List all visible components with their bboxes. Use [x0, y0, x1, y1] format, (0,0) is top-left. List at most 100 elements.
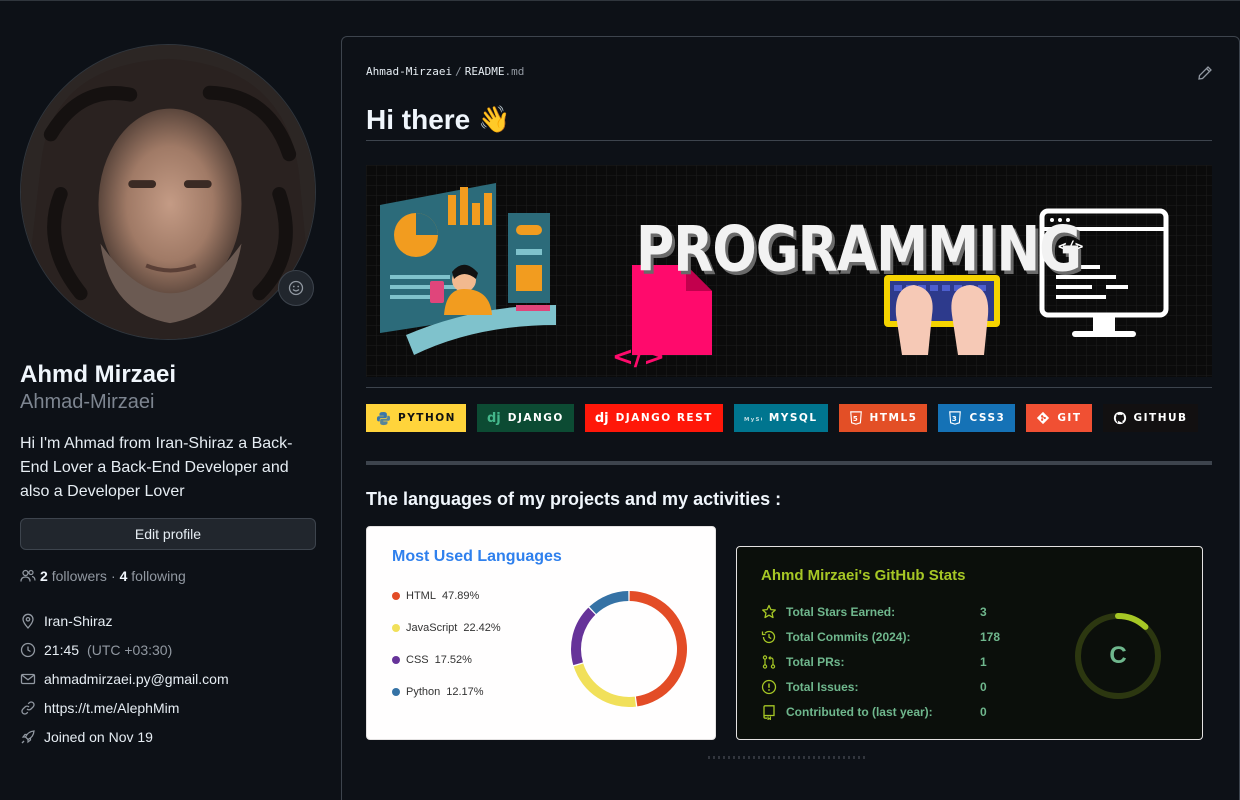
legend-dot — [392, 656, 400, 664]
django-icon: dj — [594, 410, 609, 426]
language-name: HTML — [406, 590, 436, 602]
language-name: JavaScript — [406, 622, 458, 634]
location-icon — [20, 613, 36, 629]
language-legend-item: HTML 47.89% — [392, 580, 501, 612]
stat-value: 178 — [980, 629, 1001, 644]
language-legend-item: Python 12.17% — [392, 676, 501, 708]
people-icon — [20, 568, 36, 584]
badge-python[interactable]: PYTHON — [366, 404, 466, 432]
donut-slice-html — [629, 591, 687, 707]
readme-file-link[interactable]: README — [465, 65, 505, 78]
stat-row: Total Issues: 0 — [761, 674, 1000, 699]
rocket-icon — [20, 729, 36, 745]
separator-dot: · — [110, 568, 116, 584]
smiley-icon — [288, 280, 304, 296]
avatar-portrait-icon — [21, 45, 315, 339]
python-icon — [376, 411, 391, 426]
donut-slice-css — [571, 607, 596, 666]
git-icon — [1036, 411, 1050, 425]
svg-text:3: 3 — [952, 415, 958, 423]
language-legend-item: CSS 17.52% — [392, 644, 501, 676]
readme-card: Ahmad-Mirzaei / README.md Hi there 👋 </>… — [341, 36, 1240, 800]
badge-label: HTML5 — [869, 412, 918, 424]
stat-label: Total Stars Earned: — [786, 604, 896, 619]
following-label: following — [131, 568, 186, 584]
badge-label: GITHUB — [1133, 412, 1188, 424]
languages-section-heading: The languages of my projects and my acti… — [366, 489, 782, 509]
legend-dot — [392, 688, 400, 696]
language-percent: 47.89% — [441, 590, 480, 602]
profile-sidebar: Ahmd Mirzaei Ahmad-Mirzaei Hi I'm Ahmad … — [20, 44, 320, 751]
donut-slice-javascript — [573, 663, 636, 707]
mail-icon — [20, 671, 36, 687]
badge-label: MYSQL — [768, 412, 818, 424]
waving-hand-icon: 👋 — [478, 104, 511, 134]
badge-mysql[interactable]: MySQL MYSQL — [733, 404, 828, 432]
language-percent: 17.52% — [434, 654, 472, 666]
language-name: Python — [406, 686, 441, 698]
tech-badges: PYTHON dj DJANGO dj DJANGO REST MySQL MYSQL 5 HT… — [366, 404, 1198, 432]
stat-value: 3 — [980, 604, 987, 619]
badge-django[interactable]: dj DJANGO — [476, 404, 574, 432]
github-stats-card: Ahmd Mirzaei's GitHub Stats Total Stars … — [736, 546, 1203, 740]
badge-css3[interactable]: 3 CSS3 — [938, 404, 1016, 432]
following-link[interactable]: 4 following — [120, 568, 186, 584]
stat-row: Total Stars Earned: 3 — [761, 599, 1000, 624]
pull-request-icon — [761, 654, 777, 670]
faded-caption-line — [708, 756, 868, 759]
badge-django-rest[interactable]: dj DJANGO REST — [584, 404, 723, 432]
stat-row: Total PRs: 1 — [761, 649, 1000, 674]
readme-breadcrumb: Ahmad-Mirzaei / README.md — [366, 65, 524, 78]
profile-name: Ahmd Mirzaei — [20, 361, 177, 388]
top-divider — [0, 0, 1240, 4]
joined-text: Joined on Nov 19 — [44, 728, 153, 745]
code-tag-text: </> — [612, 342, 665, 372]
stat-value: 0 — [980, 679, 987, 694]
languages-legend: HTML 47.89% JavaScript 22.42% CSS 17.52% Pytho… — [392, 580, 501, 708]
css3-icon: 3 — [948, 411, 962, 425]
history-icon — [761, 629, 777, 645]
language-percent: 22.42% — [463, 622, 501, 634]
badge-git[interactable]: GIT — [1026, 404, 1092, 432]
local-time: 21:45 — [44, 641, 80, 658]
badge-label: GIT — [1057, 412, 1082, 424]
svg-text:MySQL: MySQL — [744, 417, 762, 423]
website-link[interactable]: https://t.me/AlephMim — [44, 700, 179, 716]
repo-icon — [761, 704, 777, 720]
edit-profile-button[interactable]: Edit profile — [20, 518, 316, 550]
profile-username: Ahmad-Mirzaei — [20, 391, 155, 413]
languages-card-title: Most Used Languages — [392, 548, 562, 565]
readme-owner-link[interactable]: Ahmad-Mirzaei — [366, 65, 452, 78]
stat-value: 0 — [980, 704, 987, 719]
badge-label: CSS3 — [969, 412, 1006, 424]
svg-text:5: 5 — [852, 415, 858, 423]
most-used-languages-card: Most Used Languages HTML 47.89% JavaScript… — [366, 526, 716, 740]
badge-github[interactable]: GITHUB — [1102, 404, 1198, 432]
stat-label: Contributed to (last year): — [786, 704, 933, 719]
readme-divider-2 — [366, 461, 1212, 465]
edit-readme-button[interactable] — [1197, 65, 1213, 86]
star-icon — [761, 604, 777, 620]
pencil-icon — [1197, 65, 1213, 81]
badge-label: PYTHON — [398, 412, 456, 424]
email-item: ahmadmirzaei.py@gmail.com — [20, 664, 320, 693]
localtime-item: 21:45 (UTC +03:30) — [20, 635, 320, 664]
stat-label: Total Commits (2024): — [786, 629, 911, 644]
badge-label: DJANGO REST — [615, 412, 713, 424]
readme-heading: Hi there 👋 — [366, 99, 1212, 141]
avatar[interactable] — [20, 44, 316, 340]
html5-icon: 5 — [849, 411, 863, 425]
followers-link[interactable]: 2 followers — [40, 568, 107, 584]
email-link[interactable]: ahmadmirzaei.py@gmail.com — [44, 671, 229, 687]
set-status-button[interactable] — [278, 270, 314, 306]
language-legend-item: JavaScript 22.42% — [392, 612, 501, 644]
github-icon — [1113, 411, 1127, 425]
badge-html5[interactable]: 5 HTML5 — [838, 404, 928, 432]
website-item: https://t.me/AlephMim — [20, 693, 320, 722]
following-count: 4 — [119, 568, 128, 584]
banner-title: PROGRAMMING — [636, 212, 1082, 286]
follow-stats: 2 followers · 4 following — [20, 566, 320, 586]
badge-label: DJANGO — [507, 412, 564, 424]
stats-card-title: Ahmd Mirzaei's GitHub Stats — [761, 567, 966, 584]
languages-donut-chart — [571, 591, 687, 707]
